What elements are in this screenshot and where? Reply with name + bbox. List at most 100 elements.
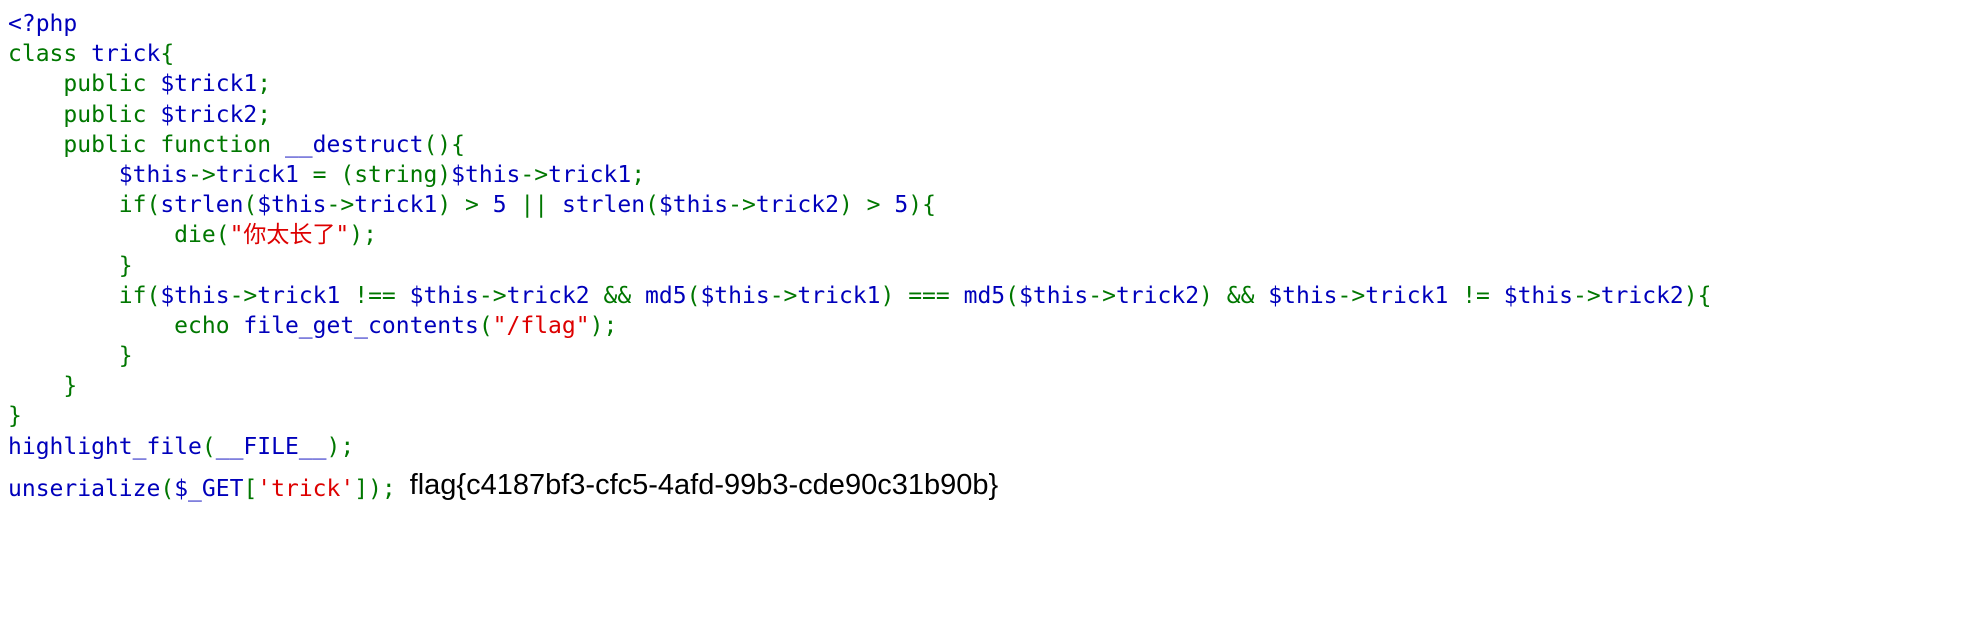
code-token-keyword: ; [257,71,272,98]
flag-output-text: flag{c4187bf3-cfc5-4afd-99b3-cde90c31b90… [409,468,999,501]
code-token-keyword: ) > [437,192,493,219]
code-token-keyword: -> [728,192,756,219]
code-token-keyword: class [8,41,92,68]
code-token-default: $this [1268,282,1338,309]
code-token-keyword: -> [478,282,507,309]
code-token-keyword: echo [8,312,244,339]
code-token-default: trick2 [1115,282,1200,309]
code-token-keyword: } [8,403,22,430]
code-token-keyword: -> [1088,282,1116,309]
code-token-keyword: ( [160,475,175,502]
code-token-keyword: || [520,192,562,219]
code-token-keyword: -> [769,282,798,309]
code-token-keyword: [ [243,475,258,502]
code-token-keyword: ) && [1199,282,1269,309]
code-token-keyword: } [8,373,78,400]
code-line: } [8,401,1711,431]
code-token-keyword: ]); [354,475,396,502]
code-token-keyword: ; [257,101,272,128]
code-token-keyword: !== [354,282,410,309]
code-line: $this->trick1 = (string)$this->trick1; [8,160,1711,190]
code-token-keyword: -> [326,192,355,219]
code-token-default: md5 [645,282,687,309]
code-line: unserialize($_GET['trick']); flag{c4187b… [8,468,1711,502]
code-token-default: md5 [963,282,1006,309]
code-token-default: $this [658,192,729,219]
code-token-default: $this [118,161,189,188]
code-token-keyword: if( [8,192,161,219]
code-token-keyword: -> [229,282,258,309]
code-token-default: 5 [492,192,521,219]
code-token-keyword: if( [8,282,161,309]
code-token-keyword [8,162,119,188]
code-line: echo file_get_contents("/flag"); [8,311,1711,341]
code-line: die("你太长了"); [8,220,1711,250]
code-token-string: "你太长了" [229,222,350,249]
code-token-default: strlen [160,192,244,219]
code-token-string: "/flag" [492,312,590,339]
code-token-default: $this [700,282,770,309]
code-line: <?php [8,9,1711,39]
code-token-keyword: ; [631,161,646,188]
code-token-default: $this [409,282,479,309]
code-token-keyword: { [160,41,175,68]
code-token-keyword: ( [1005,282,1019,309]
code-token-keyword: && [603,282,646,309]
code-line: if($this->trick1 !== $this->trick2 && md… [8,281,1712,311]
code-token-default: highlight_file [8,433,202,460]
code-token-default: $this [1019,282,1089,309]
code-token-string: 'trick' [257,475,355,502]
code-token-default: trick2 [506,282,604,309]
code-token-keyword: ); [589,312,618,339]
highlighted-source-code: <?php class trick{ public $trick1; public… [8,9,1712,502]
code-line: public $trick1; [8,69,1711,99]
code-token-keyword: ) === [880,282,964,309]
code-token-default: 5 [894,192,909,219]
code-token-keyword: ( [645,192,659,219]
code-token-default: trick1 [215,161,313,188]
code-token-default: __destruct [284,131,424,158]
code-token-keyword: != [1462,282,1504,309]
code-token-keyword: ); [326,433,355,460]
code-token-default: trick1 [1365,282,1463,309]
code-token-default: trick1 [354,192,438,219]
code-token-default: $this [1503,282,1573,309]
code-token-default: strlen [561,192,646,219]
code-line: class trick{ [8,39,1711,69]
code-token-keyword: } [8,343,133,370]
code-line: } [8,251,1711,281]
code-token-default: file_get_contents [243,312,479,339]
code-token-keyword: public function [8,131,285,158]
code-token-default: trick1 [548,161,632,188]
code-token-default: unserialize [8,475,161,502]
code-token-default: trick2 [1600,282,1684,309]
code-token-keyword: public [8,71,161,98]
code-token-default: $trick2 [160,101,258,128]
code-token-keyword: ( [686,282,701,309]
code-token-keyword: die( [8,222,230,249]
code-token-default: $this [451,161,521,188]
code-token-keyword: ( [478,312,493,339]
code-token-default: $this [257,192,327,219]
code-line: public $trick2; [8,100,1711,130]
code-token-keyword: -> [188,161,216,188]
code-token-default: <?php [8,11,78,37]
code-token-keyword: = (string) [312,161,452,188]
code-token-default: __FILE__ [215,433,327,460]
code-token-default: trick [91,41,161,68]
code-line: highlight_file(__FILE__); [8,432,1711,462]
code-token-keyword: ( [243,192,258,219]
code-token-keyword: } [8,252,133,279]
code-token-keyword: ){ [1683,282,1712,309]
code-token-keyword: -> [520,161,549,188]
code-line: } [8,371,1711,401]
code-token-default: trick1 [797,282,881,309]
code-token-keyword: (){ [423,131,465,158]
code-token-keyword: ); [349,222,377,249]
code-token-default: $trick1 [160,71,258,98]
code-token-keyword: public [8,101,161,128]
code-token-default: $this [160,282,230,309]
code-token-keyword: ) > [838,192,895,219]
code-line: public function __destruct(){ [8,130,1711,160]
code-line: if(strlen($this->trick1) > 5 || strlen($… [8,190,1711,220]
